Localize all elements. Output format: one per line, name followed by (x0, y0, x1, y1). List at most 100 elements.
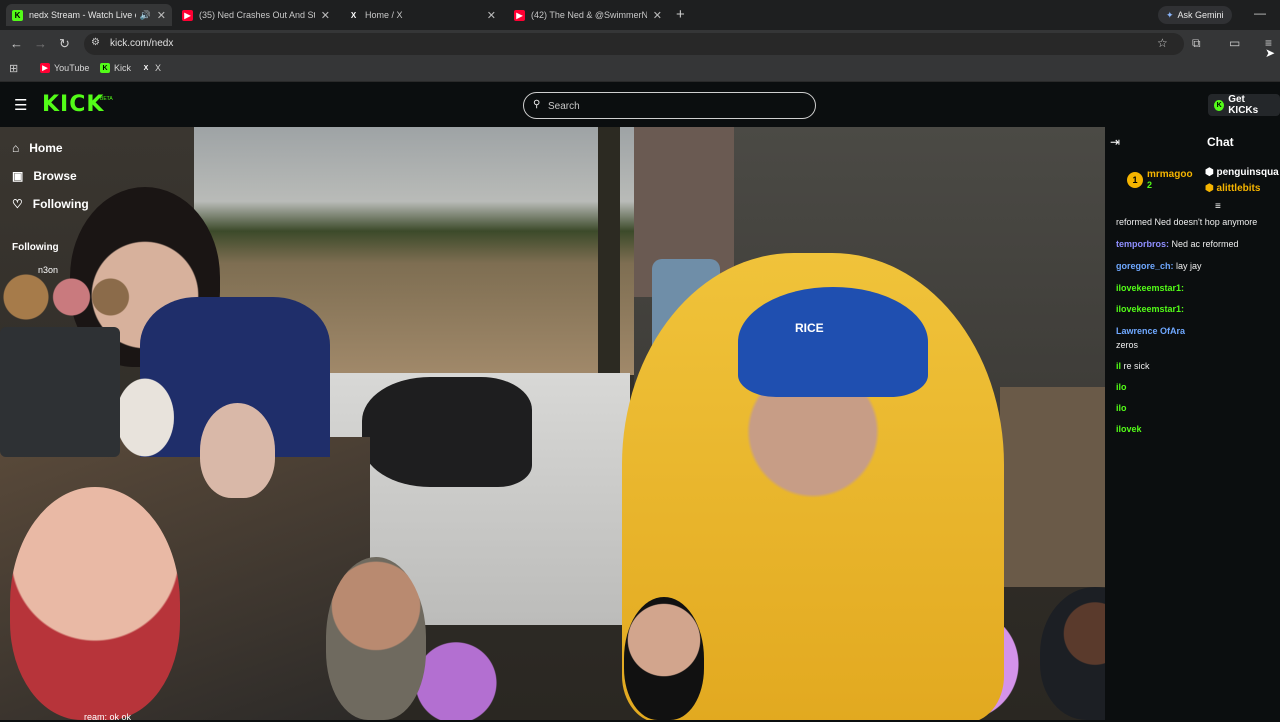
gifter-badge-icon: ⬢ (1205, 183, 1214, 194)
hamburger-menu-icon[interactable]: ☰ (14, 96, 27, 114)
chat-message-text: zeros (1116, 340, 1139, 350)
ask-gemini-button[interactable]: ✦ Ask Gemini (1158, 6, 1232, 24)
close-tab-icon[interactable]: ✕ (487, 9, 496, 22)
sidebar-item-home[interactable]: ⌂ Home (12, 141, 63, 155)
gray-haired-man (200, 403, 275, 498)
tab-ned-crashes[interactable]: ▶ (35) Ned Crashes Out And Star ✕ (176, 4, 336, 26)
browser-toolbar: ← → ↻ ⚙ kick.com/nedx ☆ ⧉ ▭ ≡ (0, 30, 1280, 58)
beta-badge: BETA (100, 96, 113, 102)
bookmark-label: YouTube (54, 63, 90, 73)
browser-tab-bar: K nedx Stream - Watch Live o 🔊 ✕ ▶ (35) … (0, 0, 1280, 30)
sidebar-item-label: Browse (33, 169, 77, 183)
kicks-coin-icon: K (1214, 99, 1225, 111)
chat-panel: ⇥ Chat 1 mrmagoo 2 ⬢ penguinsqua ⬢ alitt… (1105, 127, 1280, 720)
bookmark-label: X (155, 63, 162, 73)
chat-username[interactable]: temporbros: (1116, 239, 1169, 249)
chat-username[interactable]: ilovek (1116, 424, 1142, 434)
browse-icon: ▣ (12, 169, 24, 183)
youtube-favicon-icon: ▶ (40, 63, 50, 73)
stream-caption: ream: ok ok (84, 712, 132, 722)
tree-trunk (598, 127, 620, 375)
cap-text: RICE (795, 321, 824, 335)
gifter-count: 2 (1147, 180, 1153, 190)
chat-username[interactable]: ilo (1116, 382, 1127, 392)
heart-icon: ♡ (12, 197, 23, 211)
backpack (362, 377, 532, 487)
chat-message: ilovek (1116, 424, 1142, 434)
gifter-rank-badge: 1 (1127, 171, 1143, 188)
followed-channel-name[interactable]: n3on (38, 265, 58, 275)
omnibox[interactable]: ⚙ kick.com/nedx (84, 33, 1184, 55)
new-tab-button[interactable]: + (676, 6, 685, 23)
bookmarks-bar: ⊞ ▶ YouTube K Kick X X (0, 58, 1280, 82)
gifter-name: alittlebits (1216, 183, 1261, 194)
chat-message: Lawrence OfAra (1116, 326, 1185, 336)
reload-icon[interactable]: ↻ (59, 36, 70, 52)
collapse-chat-icon[interactable]: ⇥ (1110, 135, 1120, 149)
extensions-icon[interactable]: ⧉ (1192, 36, 1201, 51)
following-section-title: Following (12, 242, 59, 253)
bookmark-star-icon[interactable]: ☆ (1157, 36, 1168, 50)
chat-message: goregore_ch: lay jay (1116, 261, 1202, 271)
apps-grid-icon[interactable]: ⊞ (9, 62, 18, 75)
stream-video-player[interactable]: RICE (0, 127, 1105, 720)
chat-message-text: re sick (1123, 361, 1150, 371)
search-input[interactable] (548, 97, 798, 115)
bookmark-youtube[interactable]: ▶ YouTube (40, 63, 89, 73)
bookmark-x[interactable]: X X (141, 63, 161, 73)
cast-icon[interactable]: ▭ (1229, 36, 1240, 50)
gifter-name: penguinsqua (1216, 167, 1279, 178)
get-kicks-button[interactable]: K Get KICKs (1208, 94, 1280, 116)
url-text[interactable]: kick.com/nedx (110, 38, 173, 49)
ask-gemini-label: Ask Gemini (1177, 10, 1224, 20)
chat-message: zeros (1116, 340, 1138, 350)
expand-pinned-icon[interactable]: ≡ (1215, 201, 1221, 212)
close-tab-icon[interactable]: ✕ (157, 9, 166, 22)
chat-title: Chat (1207, 135, 1234, 149)
sidebar-item-following[interactable]: ♡ Following (12, 197, 89, 211)
chat-username[interactable]: ilovekeemstar1: (1116, 283, 1184, 293)
bookmark-kick[interactable]: K Kick (100, 63, 131, 73)
forward-icon[interactable]: → (34, 36, 47, 51)
youtube-favicon-icon: ▶ (182, 9, 193, 21)
bald-man (10, 487, 180, 720)
mute-icon[interactable]: 🔊 (140, 10, 151, 21)
close-tab-icon[interactable]: ✕ (321, 9, 330, 22)
home-icon: ⌂ (12, 141, 20, 155)
kick-favicon-icon: K (12, 9, 23, 21)
minimize-window-button[interactable]: — (1254, 6, 1266, 20)
chat-username[interactable]: goregore_ch: (1116, 261, 1174, 271)
chat-message-text: Ned ac reformed (1171, 239, 1239, 249)
chat-username[interactable]: ilovekeemstar1: (1116, 304, 1184, 314)
top-gifter[interactable]: 1 mrmagoo 2 (1127, 169, 1193, 190)
youtube-favicon-icon: ▶ (514, 9, 525, 21)
chat-username[interactable]: Lawrence OfAra (1116, 326, 1185, 336)
gifter-third[interactable]: ⬢ alittlebits (1205, 183, 1260, 194)
tab-the-ned[interactable]: ▶ (42) The Ned & @SwimmerNic ✕ (508, 4, 668, 26)
kick-logo[interactable]: KICK (42, 92, 104, 117)
chat-message: ilovekeemstar1: (1116, 304, 1184, 314)
sidebar-item-label: Home (29, 141, 63, 155)
chat-message-text: reformed Ned doesn't hop anymore (1116, 217, 1258, 227)
chat-username[interactable]: il (1116, 361, 1121, 371)
back-icon[interactable]: ← (10, 36, 23, 51)
x-favicon-icon: X (350, 10, 357, 20)
sunglasses-man (624, 597, 704, 720)
chat-message: ilo (1116, 382, 1127, 392)
tab-home-x[interactable]: X Home / X ✕ (342, 4, 502, 26)
tab-nedx-stream[interactable]: K nedx Stream - Watch Live o 🔊 ✕ (6, 4, 172, 26)
site-info-icon[interactable]: ⚙ (91, 37, 100, 48)
sidebar-item-label: Following (32, 197, 89, 211)
chat-message: ilovekeemstar1: (1116, 283, 1184, 293)
gifter-name: mrmagoo (1147, 169, 1193, 180)
gifter-badge-icon: ⬢ (1205, 167, 1214, 178)
chat-username[interactable]: ilo (1116, 403, 1127, 413)
search-box[interactable]: ⚲ (523, 92, 816, 119)
clutter-right (1000, 387, 1105, 587)
sidebar-item-browse[interactable]: ▣ Browse (12, 169, 77, 183)
close-tab-icon[interactable]: ✕ (653, 9, 662, 22)
mouse-cursor-icon: ➤ (1265, 46, 1276, 60)
get-kicks-label: Get KICKs (1228, 94, 1259, 116)
chat-message: reformed Ned doesn't hop anymore (1116, 217, 1257, 227)
gifter-second[interactable]: ⬢ penguinsqua (1205, 167, 1279, 178)
